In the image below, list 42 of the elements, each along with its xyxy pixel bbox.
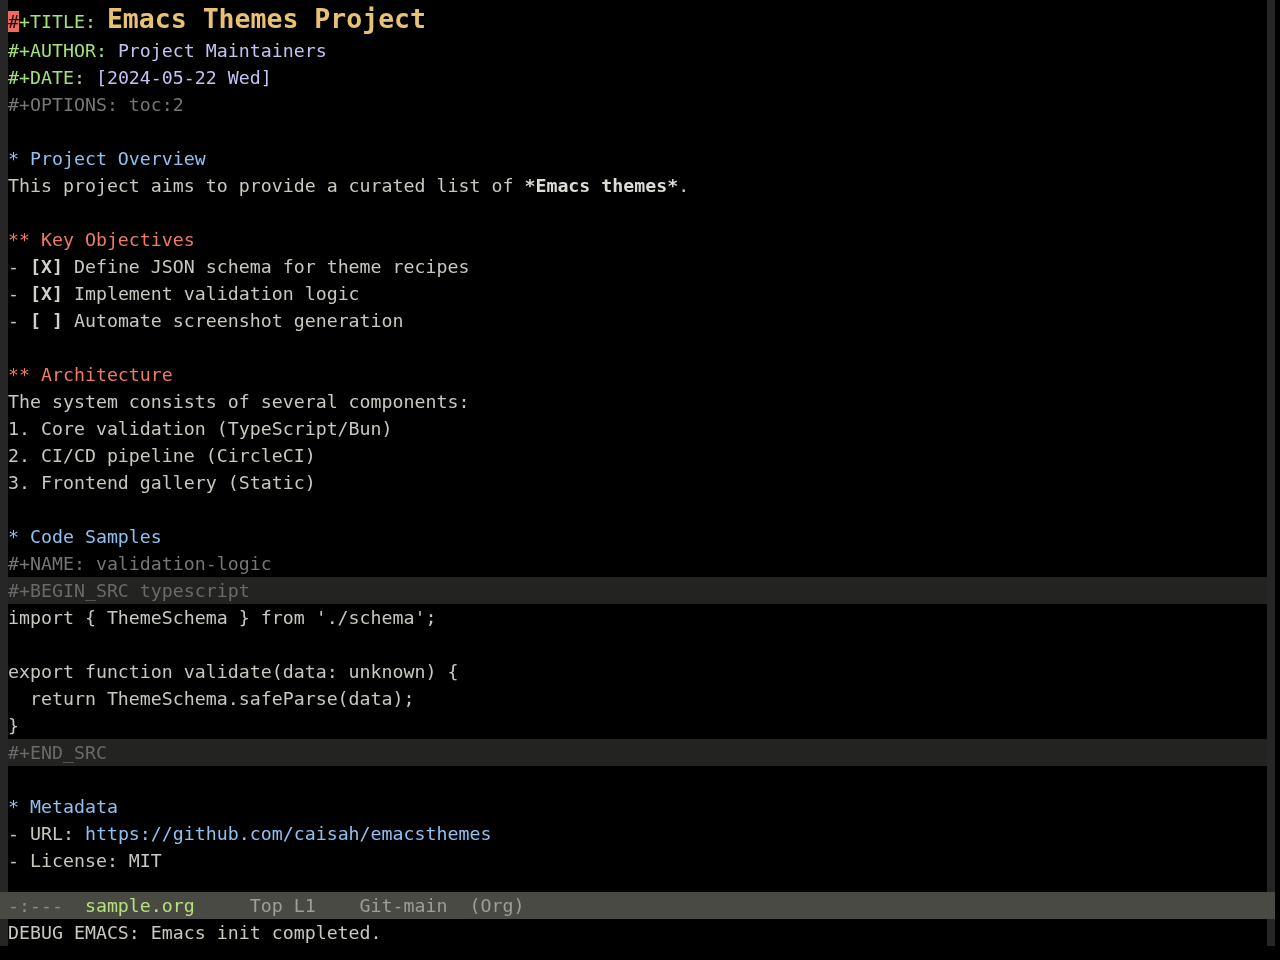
link[interactable]: https://github.com/caisah/emacsthemes xyxy=(84,823,492,844)
echo-message: DEBUG EMACS: Emacs init completed. xyxy=(8,922,382,943)
code-line: return ThemeSchema.safeParse(data); xyxy=(28,688,415,709)
document-title: Emacs Themes Project xyxy=(106,3,426,34)
section-heading: * Code Samples xyxy=(8,526,162,547)
list-item: 1. Core validation (TypeScript/Bun) xyxy=(8,418,393,439)
task-state: [X] xyxy=(30,256,63,277)
vc-branch[interactable]: Git-main xyxy=(359,892,448,919)
section-heading: * Project Overview xyxy=(8,148,206,169)
section-heading: * Metadata xyxy=(8,796,118,817)
major-mode[interactable]: (Org) xyxy=(469,892,525,919)
keyword-line: #+OPTIONS: toc:2 xyxy=(8,94,184,115)
buffer-position: Top L1 xyxy=(249,894,316,918)
list-bullet: - xyxy=(8,310,19,331)
paragraph: The system consists of several components: xyxy=(8,391,470,412)
buffer-state: -:--- xyxy=(8,894,63,918)
task-state: [ ] xyxy=(30,310,63,331)
section-heading: ** Architecture xyxy=(8,364,173,385)
keyword-value: [2024-05-22 Wed] xyxy=(95,67,272,88)
list-item: 3. Frontend gallery (Static) xyxy=(8,472,316,493)
task-text: Implement validation logic xyxy=(73,283,360,304)
code-line: export function validate(data: unknown) { xyxy=(8,661,459,682)
src-block-begin: #+BEGIN_SRC typescript xyxy=(8,577,1267,604)
code-line: import { ThemeSchema } from './schema'; xyxy=(8,607,437,628)
task-text: Automate screenshot generation xyxy=(73,310,404,331)
code-line: } xyxy=(8,715,19,736)
list-bullet: - xyxy=(8,256,19,277)
list-bullet: - xyxy=(8,283,19,304)
list-label: - URL: xyxy=(8,823,74,844)
buffer-name[interactable]: sample.org xyxy=(84,892,195,919)
section-heading: ** Key Objectives xyxy=(8,229,195,250)
org-keyword: #+DATE: xyxy=(8,67,85,88)
src-block-end: #+END_SRC xyxy=(8,739,1267,766)
list-item: 2. CI/CD pipeline (CircleCI) xyxy=(8,445,316,466)
list-item: - License: MIT xyxy=(8,850,162,871)
task-text: Define JSON schema for theme recipes xyxy=(73,256,470,277)
task-state: [X] xyxy=(30,283,63,304)
paragraph: This project aims to provide a curated list of *Emacs themes*. xyxy=(8,175,690,196)
org-keyword: #+AUTHOR: xyxy=(8,40,107,61)
keyword-line: #+NAME: validation-logic xyxy=(8,553,272,574)
keyword-value: Project Maintainers xyxy=(117,40,327,61)
org-keyword: #+TITLE: xyxy=(8,11,96,32)
